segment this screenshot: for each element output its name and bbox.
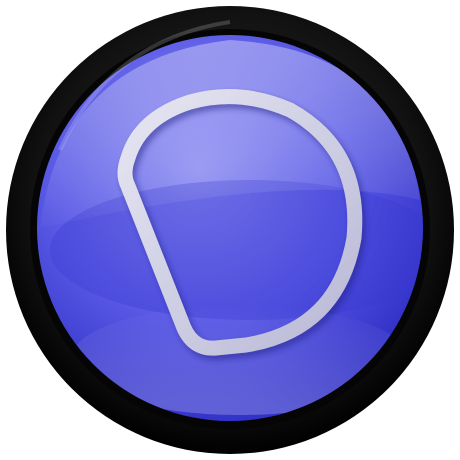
app-logo-icon	[6, 6, 454, 454]
app-icon[interactable]	[0, 0, 460, 460]
